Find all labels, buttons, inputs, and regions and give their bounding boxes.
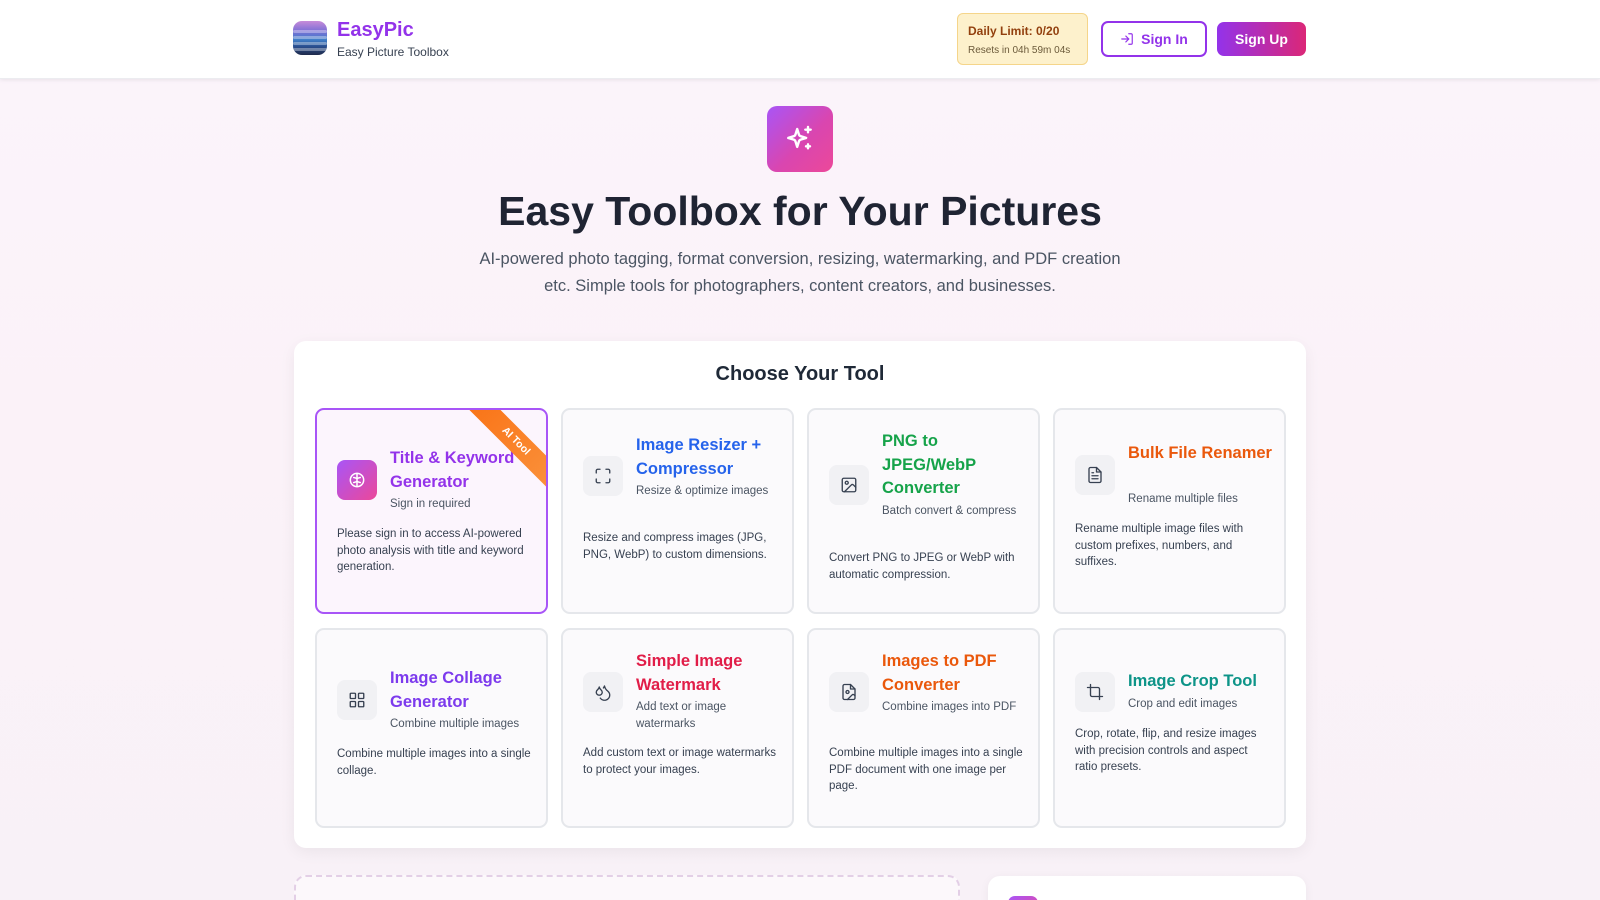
info-card: [988, 876, 1306, 900]
tool-card-collage[interactable]: Image Collage Generator Combine multiple…: [315, 628, 548, 828]
tool-subtitle: Combine multiple images: [390, 718, 520, 730]
daily-limit-badge: Daily Limit: 0/20 Resets in 04h 59m 04s: [957, 13, 1088, 65]
tool-subtitle: Combine images into PDF: [882, 701, 1017, 713]
tool-card-image-resizer[interactable]: Image Resizer + Compressor Resize & opti…: [561, 408, 794, 614]
tool-title: Images to PDF Converter: [882, 652, 997, 694]
file-image-icon: [829, 672, 869, 712]
reset-timer: Resets in 04h 59m 04s: [968, 45, 1071, 56]
brand-logo[interactable]: [293, 21, 327, 55]
tool-title: Image Resizer + Compressor: [636, 436, 762, 478]
tool-description: Convert PNG to JPEG or WebP with automat…: [829, 552, 1015, 581]
tool-card-images-to-pdf[interactable]: Images to PDF Converter Combine images i…: [807, 628, 1040, 828]
tool-description: Crop, rotate, flip, and resize images wi…: [1075, 728, 1257, 773]
tool-description: Combine multiple images into a single PD…: [829, 747, 1023, 792]
tool-subtitle: Crop and edit images: [1128, 698, 1238, 710]
tools-heading: Choose Your Tool: [715, 363, 885, 385]
sign-up-label: Sign Up: [1235, 31, 1288, 47]
sign-in-icon: [1120, 32, 1134, 46]
tool-description: Please sign in to access AI-powered phot…: [337, 528, 524, 573]
tool-card-bulk-renamer[interactable]: Bulk File Renamer Rename multiple files …: [1053, 408, 1286, 614]
sign-in-label: Sign In: [1141, 31, 1188, 47]
tool-title: Image Crop Tool: [1128, 672, 1257, 690]
brand-name[interactable]: EasyPic: [337, 19, 414, 42]
info-card-icon: [1008, 896, 1038, 900]
brand-tagline: Easy Picture Toolbox: [337, 45, 449, 59]
expand-icon: [583, 456, 623, 496]
tool-description: Rename multiple image files with custom …: [1075, 523, 1244, 568]
tool-subtitle: Rename multiple files: [1128, 493, 1238, 505]
tool-title: PNG to JPEG/WebP Converter: [882, 432, 976, 497]
tool-description: Add custom text or image watermarks to p…: [583, 747, 777, 776]
tool-card-png-converter[interactable]: PNG to JPEG/WebP Converter Batch convert…: [807, 408, 1040, 614]
tool-description: Combine multiple images into a single co…: [337, 748, 531, 777]
sparkles-icon: [767, 106, 833, 172]
daily-limit-text: Daily Limit: 0/20: [968, 24, 1060, 38]
page-title: Easy Toolbox for Your Pictures: [498, 188, 1102, 234]
tool-selection-panel: Choose Your Tool Title & Keyword Generat…: [294, 341, 1306, 848]
tool-subtitle: Sign in required: [390, 498, 471, 510]
grid-icon: [337, 680, 377, 720]
tool-card-crop[interactable]: Image Crop Tool Crop and edit images Cro…: [1053, 628, 1286, 828]
tool-subtitle: Batch convert & compress: [882, 505, 1017, 517]
file-text-icon: [1075, 455, 1115, 495]
tool-subtitle: Add text or image watermarks: [636, 701, 727, 730]
sign-up-button[interactable]: Sign Up: [1217, 22, 1306, 56]
brain-icon: [337, 460, 377, 500]
crop-icon: [1075, 672, 1115, 712]
site-header: EasyPic Easy Picture Toolbox Daily Limit…: [0, 0, 1600, 79]
hero-description: AI-powered photo tagging, format convers…: [479, 250, 1121, 295]
tool-description: Resize and compress images (JPG, PNG, We…: [583, 532, 767, 561]
droplets-icon: [583, 672, 623, 712]
tool-title: Image Collage Generator: [390, 669, 502, 711]
upload-dropzone[interactable]: [294, 875, 960, 900]
tool-title: Simple Image Watermark: [636, 652, 743, 694]
tool-subtitle: Resize & optimize images: [636, 485, 769, 497]
sign-in-button[interactable]: Sign In: [1101, 21, 1207, 57]
tool-card-title-keyword[interactable]: Title & Keyword Generator Sign in requir…: [315, 408, 548, 614]
tool-title: Bulk File Renamer: [1128, 444, 1272, 462]
image-icon: [829, 465, 869, 505]
tool-card-watermark[interactable]: Simple Image Watermark Add text or image…: [561, 628, 794, 828]
